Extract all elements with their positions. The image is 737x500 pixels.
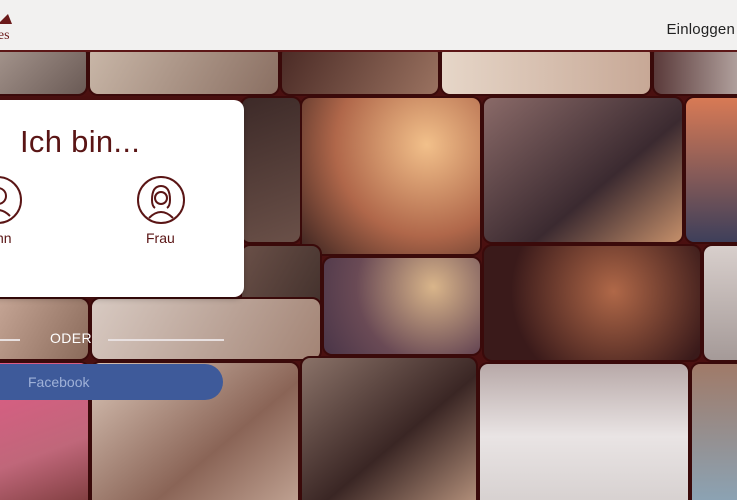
divider-line-left <box>0 339 20 341</box>
gender-label-woman: Frau <box>146 230 175 246</box>
collage-photo <box>300 356 478 500</box>
logo-mark <box>0 14 12 24</box>
gender-label-man: nn <box>0 230 12 246</box>
login-link[interactable]: Einloggen <box>666 21 735 38</box>
collage-photo <box>322 256 482 356</box>
collage-photo <box>90 297 322 361</box>
collage-photo <box>702 244 737 362</box>
woman-icon <box>137 176 185 224</box>
top-bar: tes Einloggen <box>0 0 737 52</box>
collage-photo <box>280 52 440 96</box>
divider-text: ODER <box>50 330 93 346</box>
collage-photo <box>684 96 737 244</box>
collage-photo <box>300 96 482 256</box>
collage-photo <box>88 52 280 96</box>
logo-text: tes <box>0 28 10 43</box>
gender-select-card: Ich bin... nn Frau <box>0 100 244 297</box>
collage-photo <box>0 52 88 96</box>
collage-photo <box>240 96 302 244</box>
man-icon <box>0 176 22 224</box>
facebook-login-button[interactable]: Facebook <box>0 364 223 400</box>
facebook-button-label: Facebook <box>28 374 90 390</box>
collage-photo <box>478 362 690 500</box>
collage-photo <box>690 362 737 500</box>
collage-photo <box>0 297 90 361</box>
collage-photo <box>482 96 684 244</box>
collage-photo <box>440 52 652 96</box>
collage-photo <box>652 52 737 96</box>
divider-line-right <box>108 339 224 341</box>
collage-photo <box>482 244 702 362</box>
card-title: Ich bin... <box>20 124 141 159</box>
